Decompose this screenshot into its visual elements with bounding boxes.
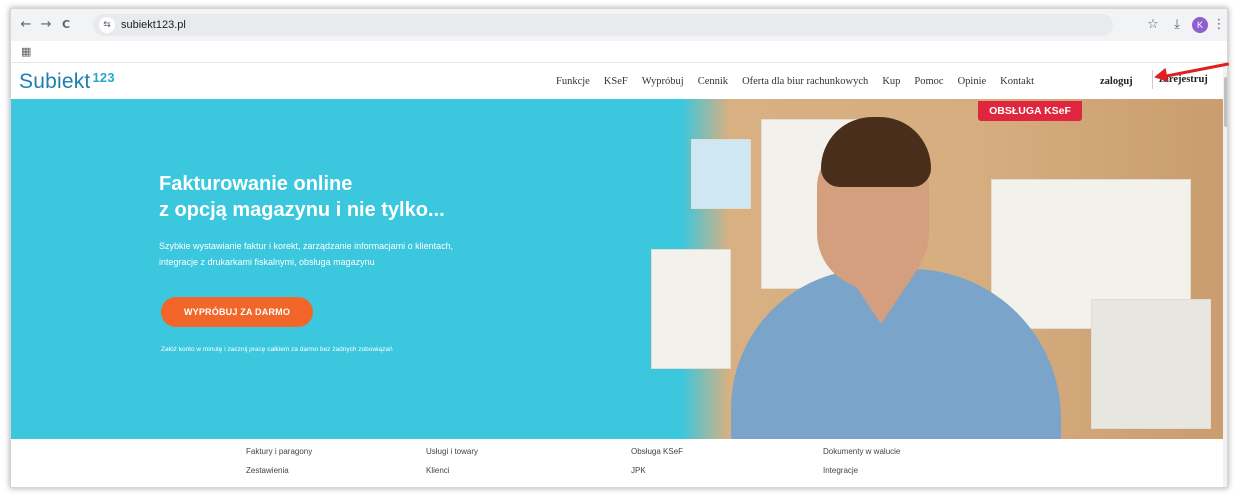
logo-number: 123 [92,70,115,85]
reload-icon[interactable]: C [57,16,75,34]
download-icon[interactable]: ⤓ [1168,16,1186,34]
web-page: Subiekt 123 Funkcje KSeF Wypróbuj Cennik … [11,63,1227,487]
menu-item-funkcje[interactable]: Funkcje [556,76,590,92]
pinned-note [691,139,751,209]
main-menu: Funkcje KSeF Wypróbuj Cennik Oferta dla … [556,76,1034,92]
feature-jpk[interactable]: JPK [631,466,646,475]
hero-desc-line2: integracje z drukarkami fiskalnymi, obsł… [159,257,375,267]
scrollbar-thumb[interactable] [1224,77,1227,127]
browser-menu-icon[interactable]: ⋮ [1210,16,1227,34]
browser-toolbar: ← → C ⇆ subiekt123.pl ☆ ⤓ K ⋮ [11,9,1227,41]
address-bar[interactable]: ⇆ subiekt123.pl [93,14,1113,36]
try-free-button[interactable]: WYPRÓBUJ ZA DARMO [161,297,313,327]
back-icon[interactable]: ← [17,16,35,34]
bookmark-star-icon[interactable]: ☆ [1144,16,1162,34]
apps-icon[interactable]: ▦ [21,45,35,59]
feature-integracje[interactable]: Integracje [823,466,858,475]
feature-zestawienia[interactable]: Zestawienia [246,466,289,475]
feature-klienci[interactable]: Klienci [426,466,450,475]
menu-item-ksef[interactable]: KSeF [604,76,628,92]
feature-faktury[interactable]: Faktury i paragony [246,447,312,456]
hero-desc-line1: Szybkie wystawianie faktur i korekt, zar… [159,241,454,251]
site-logo[interactable]: Subiekt 123 [19,70,115,94]
hero-banner: OBSŁUGA KSeF Fakturowanie online z opcją… [11,99,1223,439]
menu-item-kontakt[interactable]: Kontakt [1000,76,1034,92]
site-header: Subiekt 123 Funkcje KSeF Wypróbuj Cennik … [11,63,1227,99]
login-link[interactable]: zaloguj [1100,76,1133,87]
menu-item-pomoc[interactable]: Pomoc [914,76,943,92]
pinned-paper-left [651,249,731,369]
menu-item-oferta[interactable]: Oferta dla biur rachunkowych [742,76,868,92]
url-text[interactable]: subiekt123.pl [121,19,186,31]
hero-title: Fakturowanie online z opcją magazynu i n… [159,171,599,223]
bookmarks-bar: ▦ [11,41,1227,63]
forward-icon[interactable]: → [37,16,55,34]
hero-note: Załóż konto w minutę i zacznij pracę cał… [161,346,393,353]
features-bar: Faktury i paragony Zestawienia Usługi i … [11,439,1227,487]
feature-waluta[interactable]: Dokumenty w walucie [823,447,900,456]
profile-avatar[interactable]: K [1192,17,1208,33]
feature-ksef[interactable]: Obsługa KSeF [631,447,683,456]
menu-item-wyprobuj[interactable]: Wypróbuj [642,76,684,92]
ksef-badge[interactable]: OBSŁUGA KSeF [978,101,1082,121]
menu-item-kup[interactable]: Kup [882,76,900,92]
screenshot-frame: ← → C ⇆ subiekt123.pl ☆ ⤓ K ⋮ ▦ Subiekt 1… [0,0,1239,497]
hero-description: Szybkie wystawianie faktur i korekt, zar… [159,238,579,270]
logo-text: Subiekt [19,70,91,93]
menu-item-opinie[interactable]: Opinie [958,76,987,92]
hero-title-line1: Fakturowanie online [159,173,353,195]
menu-item-cennik[interactable]: Cennik [698,76,728,92]
site-info-icon[interactable]: ⇆ [99,17,115,33]
hero-photo [621,99,1223,439]
hero-title-line2: z opcją magazynu i nie tylko... [159,199,445,221]
feature-uslugi[interactable]: Usługi i towary [426,447,478,456]
page-scrollbar[interactable] [1223,63,1227,487]
browser-window: ← → C ⇆ subiekt123.pl ☆ ⤓ K ⋮ ▦ Subiekt 1… [10,8,1228,488]
annotation-arrow-head [1152,67,1169,85]
house-sketch [1091,299,1211,429]
